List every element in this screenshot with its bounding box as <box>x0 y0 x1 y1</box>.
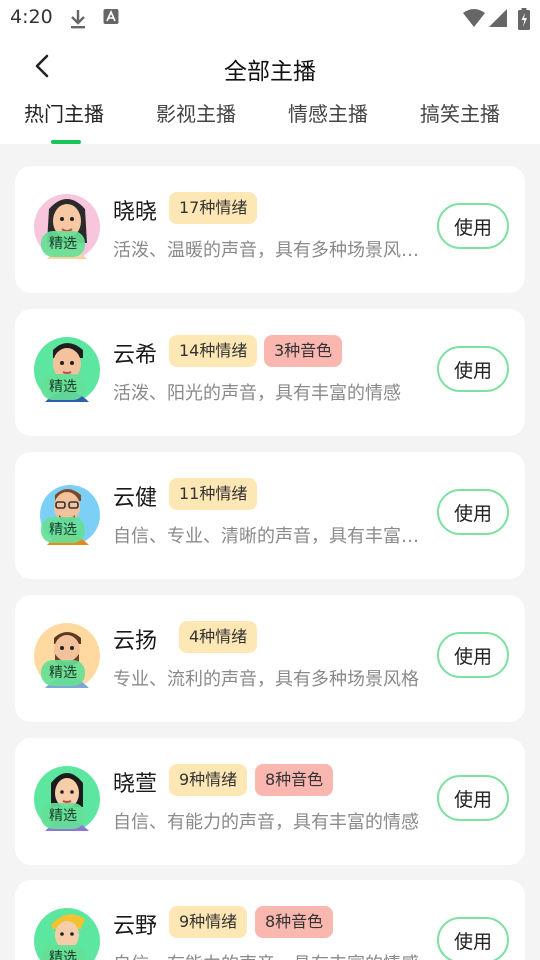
avatar: 精选 <box>33 616 101 688</box>
voice-description: 自信、有能力的声音，具有丰富的情感 <box>113 812 419 833</box>
avatar: 精选 <box>33 901 101 960</box>
emotion-tag: 11种情绪 <box>169 478 258 510</box>
page-title: 全部主播 <box>224 59 316 85</box>
wifi-icon <box>462 8 486 32</box>
voice-description: 活泼、阳光的声音，具有丰富的情感 <box>113 383 401 404</box>
voice-card[interactable]: 精选 云希 14种情绪 3种音色 活泼、阳光的声音，具有丰富的情感 使用 <box>15 309 525 436</box>
emotion-tag: 9种情绪 <box>169 764 248 796</box>
voice-description: 自信、有能力的声音，具有丰富的情感 <box>113 950 433 960</box>
voice-tag: 8种音色 <box>255 906 334 938</box>
voice-card[interactable]: 精选 云扬 4种情绪 专业、流利的声音，具有多种场景风格 使用 <box>15 595 525 722</box>
emotion-tag: 9种情绪 <box>169 906 248 938</box>
featured-badge: 精选 <box>41 660 85 686</box>
voice-tag: 3种音色 <box>264 335 343 367</box>
use-button[interactable]: 使用 <box>437 775 509 821</box>
avatar: 精选 <box>33 759 101 831</box>
tab-funny-anchors[interactable]: 搞笑主播 <box>420 98 500 127</box>
voice-tag: 8种音色 <box>255 764 334 796</box>
voice-name: 云希 <box>113 343 158 368</box>
avatar: 精选 <box>33 330 101 402</box>
use-button[interactable]: 使用 <box>437 632 509 678</box>
use-button[interactable]: 使用 <box>437 917 509 960</box>
voice-name: 云野 <box>113 914 158 939</box>
download-icon <box>68 8 88 34</box>
tab-emotion-anchors[interactable]: 情感主播 <box>288 98 368 127</box>
featured-badge: 精选 <box>41 517 85 543</box>
emotion-tag: 14种情绪 <box>169 335 258 367</box>
voice-card[interactable]: 精选 云野 9种情绪 8种音色 自信、有能力的声音，具有丰富的情感 使用 <box>15 880 525 960</box>
status-bar: 4:20 <box>0 0 540 36</box>
battery-icon <box>518 8 530 34</box>
voice-description: 自信、专业、清晰的声音，具有丰富的情感 <box>113 526 433 547</box>
featured-badge: 精选 <box>41 374 85 400</box>
use-button[interactable]: 使用 <box>437 346 509 392</box>
active-tab-indicator <box>51 140 81 144</box>
text-a-icon <box>103 8 119 30</box>
voice-description: 专业、流利的声音，具有多种场景风格 <box>113 669 419 690</box>
voice-description: 活泼、温暖的声音，具有多种场景风格和情感 <box>113 240 433 261</box>
emotion-tag: 17种情绪 <box>169 192 258 224</box>
top-bar: 4:20 全部主播 热门主播 影视主播 情感主播 搞笑主播 <box>0 0 540 144</box>
use-button[interactable]: 使用 <box>437 489 509 535</box>
voice-name: 云扬 <box>113 629 158 654</box>
voice-name: 晓晓 <box>113 200 158 225</box>
tab-hot-anchors[interactable]: 热门主播 <box>24 98 104 127</box>
tab-bar: 热门主播 影视主播 情感主播 搞笑主播 <box>0 96 540 144</box>
use-button[interactable]: 使用 <box>437 203 509 249</box>
featured-badge: 精选 <box>41 231 85 257</box>
signal-icon <box>488 8 508 32</box>
featured-badge: 精选 <box>41 803 85 829</box>
avatar: 精选 <box>33 473 101 545</box>
emotion-tag: 4种情绪 <box>179 621 258 653</box>
voice-name: 晓萱 <box>113 772 158 797</box>
status-time: 4:20 <box>10 6 53 28</box>
featured-badge: 精选 <box>41 945 85 960</box>
voice-card[interactable]: 精选 云健 11种情绪 自信、专业、清晰的声音，具有丰富的情感 使用 <box>15 452 525 579</box>
tab-film-anchors[interactable]: 影视主播 <box>156 98 236 127</box>
avatar: 精选 <box>33 187 101 259</box>
voice-card[interactable]: 精选 晓萱 9种情绪 8种音色 自信、有能力的声音，具有丰富的情感 使用 <box>15 738 525 865</box>
voice-name: 云健 <box>113 486 158 511</box>
voice-card[interactable]: 精选 晓晓 17种情绪 活泼、温暖的声音，具有多种场景风格和情感 使用 <box>15 166 525 293</box>
nav-bar: 全部主播 <box>0 44 540 90</box>
